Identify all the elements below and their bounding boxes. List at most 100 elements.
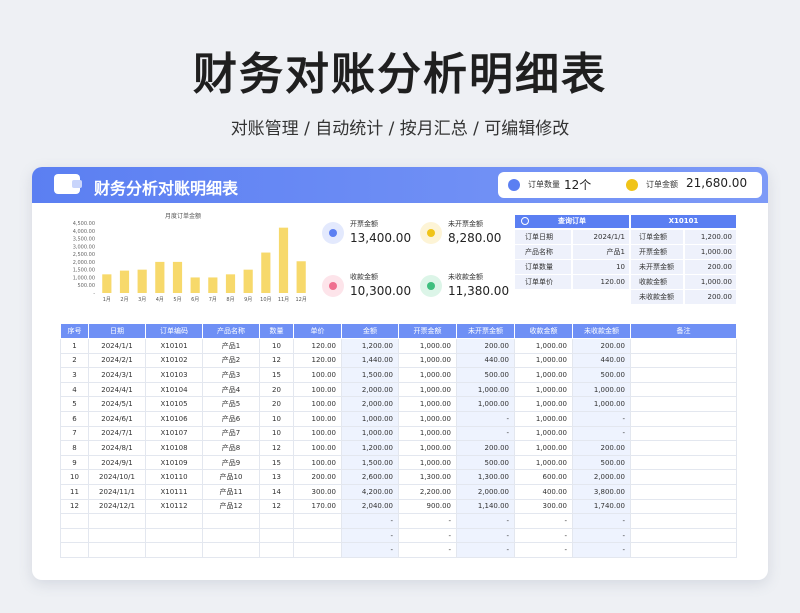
table-cell[interactable]: 1,000.00: [456, 381, 515, 398]
table-cell[interactable]: [630, 425, 737, 442]
table-cell[interactable]: -: [398, 513, 457, 529]
table-row[interactable]: 6 2024/6/1 X10106 产品6 10 100.00 1,000.00 1,000.…: [60, 410, 737, 427]
table-cell[interactable]: 500.00: [572, 367, 631, 383]
table-row[interactable]: 10 2024/10/1 X10110 产品10 13 200.00 2,600.00 1,3…: [60, 469, 737, 485]
table-cell[interactable]: 1,440.00: [341, 352, 399, 369]
table-cell[interactable]: 3,800.00: [572, 483, 631, 500]
table-row[interactable]: -----: [60, 527, 737, 544]
table-cell[interactable]: -: [341, 542, 399, 558]
column-header[interactable]: 订单编码: [145, 323, 203, 339]
table-cell[interactable]: 1,000.00: [398, 454, 457, 471]
table-cell[interactable]: [145, 542, 203, 558]
column-header[interactable]: 数量: [259, 323, 294, 339]
table-cell[interactable]: 170.00: [293, 498, 342, 515]
table-cell[interactable]: 2,040.00: [341, 498, 399, 515]
table-cell[interactable]: 2,000.00: [341, 396, 399, 412]
table-cell[interactable]: [202, 513, 260, 529]
table-row[interactable]: 8 2024/8/1 X10108 产品8 12 100.00 1,200.00 1,000.…: [60, 440, 737, 456]
table-cell[interactable]: [293, 542, 342, 558]
table-cell[interactable]: 1,000.00: [514, 396, 573, 412]
table-cell[interactable]: 900.00: [398, 498, 457, 515]
table-cell[interactable]: 20: [259, 381, 294, 398]
table-cell[interactable]: X10108: [145, 440, 203, 456]
table-cell[interactable]: 500.00: [456, 367, 515, 383]
table-cell[interactable]: [60, 513, 89, 529]
table-cell[interactable]: 1,500.00: [341, 367, 399, 383]
table-cell[interactable]: -: [456, 527, 515, 544]
table-cell[interactable]: [88, 527, 146, 544]
table-cell[interactable]: [88, 513, 146, 529]
table-cell[interactable]: 600.00: [514, 469, 573, 485]
table-cell[interactable]: 1,000.00: [398, 381, 457, 398]
table-cell[interactable]: [88, 542, 146, 558]
table-cell[interactable]: 1,000.00: [514, 410, 573, 427]
table-cell[interactable]: [60, 542, 89, 558]
table-cell[interactable]: 1,000.00: [514, 440, 573, 456]
table-cell[interactable]: 1,000.00: [398, 352, 457, 369]
column-header[interactable]: 产品名称: [202, 323, 260, 339]
table-cell[interactable]: X10109: [145, 454, 203, 471]
table-cell[interactable]: 1,000.00: [341, 410, 399, 427]
table-cell[interactable]: 1,000.00: [514, 338, 573, 354]
table-cell[interactable]: 2024/4/1: [88, 381, 146, 398]
table-cell[interactable]: 2024/10/1: [88, 469, 146, 485]
table-cell[interactable]: 产品6: [202, 410, 260, 427]
table-cell[interactable]: 8: [60, 440, 89, 456]
table-cell[interactable]: 100.00: [293, 367, 342, 383]
table-row[interactable]: -----: [60, 513, 737, 529]
table-cell[interactable]: -: [398, 542, 457, 558]
table-cell[interactable]: 产品2: [202, 352, 260, 369]
table-cell[interactable]: 120.00: [293, 352, 342, 369]
table-cell[interactable]: -: [456, 542, 515, 558]
table-cell[interactable]: 9: [60, 454, 89, 471]
table-cell[interactable]: 1,000.00: [572, 381, 631, 398]
table-cell[interactable]: 15: [259, 367, 294, 383]
table-row[interactable]: 5 2024/5/1 X10105 产品5 20 100.00 2,000.00 1,000.…: [60, 396, 737, 412]
table-cell[interactable]: X10102: [145, 352, 203, 369]
table-cell[interactable]: 10: [259, 425, 294, 442]
column-header[interactable]: 未收款金额: [572, 323, 631, 339]
table-cell[interactable]: 2024/5/1: [88, 396, 146, 412]
table-cell[interactable]: 产品11: [202, 483, 260, 500]
table-cell[interactable]: [259, 513, 294, 529]
table-cell[interactable]: 1,500.00: [341, 454, 399, 471]
table-cell[interactable]: [630, 338, 737, 354]
table-cell[interactable]: 1,000.00: [514, 425, 573, 442]
table-cell[interactable]: X10101: [145, 338, 203, 354]
table-cell[interactable]: 产品8: [202, 440, 260, 456]
table-cell[interactable]: 2024/8/1: [88, 440, 146, 456]
table-cell[interactable]: -: [456, 513, 515, 529]
table-cell[interactable]: X10104: [145, 381, 203, 398]
table-cell[interactable]: 300.00: [293, 483, 342, 500]
table-cell[interactable]: 1,200.00: [341, 338, 399, 354]
table-row[interactable]: 4 2024/4/1 X10104 产品4 20 100.00 2,000.00 1,000.…: [60, 381, 737, 398]
table-cell[interactable]: -: [572, 542, 631, 558]
table-cell[interactable]: -: [398, 527, 457, 544]
table-cell[interactable]: 300.00: [514, 498, 573, 515]
table-row[interactable]: 2 2024/2/1 X10102 产品2 12 120.00 1,440.00 1,000.…: [60, 352, 737, 369]
table-cell[interactable]: 200.00: [572, 338, 631, 354]
table-cell[interactable]: 1,140.00: [456, 498, 515, 515]
table-cell[interactable]: [630, 396, 737, 412]
table-cell[interactable]: 13: [259, 469, 294, 485]
table-cell[interactable]: 12: [259, 440, 294, 456]
table-cell[interactable]: 产品9: [202, 454, 260, 471]
table-cell[interactable]: -: [572, 410, 631, 427]
table-cell[interactable]: [60, 527, 89, 544]
table-cell[interactable]: 1,000.00: [514, 454, 573, 471]
table-cell[interactable]: 产品12: [202, 498, 260, 515]
table-cell[interactable]: 12: [60, 498, 89, 515]
table-cell[interactable]: 10: [259, 338, 294, 354]
table-cell[interactable]: [630, 527, 737, 544]
table-cell[interactable]: [202, 542, 260, 558]
column-header[interactable]: 备注: [630, 323, 737, 339]
table-cell[interactable]: [202, 527, 260, 544]
table-cell[interactable]: 200.00: [456, 440, 515, 456]
search-icon[interactable]: [521, 217, 529, 225]
table-cell[interactable]: 500.00: [572, 454, 631, 471]
table-cell[interactable]: 1,000.00: [514, 381, 573, 398]
table-cell[interactable]: X10110: [145, 469, 203, 485]
table-cell[interactable]: [630, 454, 737, 471]
table-cell[interactable]: 120.00: [293, 338, 342, 354]
table-cell[interactable]: X10105: [145, 396, 203, 412]
